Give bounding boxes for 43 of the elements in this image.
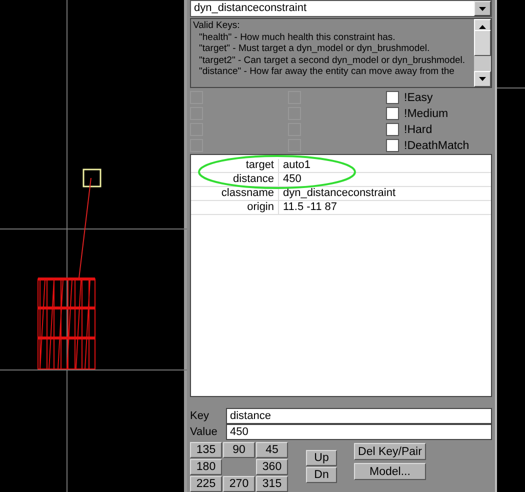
value-label: Value	[190, 426, 218, 438]
key-description: "target2" - Can target a second dyn_model or dyn_brushmodel.	[198, 54, 466, 66]
angle-button[interactable]: 90	[223, 442, 255, 458]
valid-keys-heading: Valid Keys:	[193, 20, 241, 32]
angle-button[interactable]: 45	[256, 442, 288, 458]
flag-checkbox[interactable]	[386, 107, 399, 120]
flag-label: !DeathMatch	[404, 140, 470, 152]
key-description: "health" - How much health this constraint has.	[198, 32, 396, 43]
dropdown-arrow-icon[interactable]	[479, 6, 486, 10]
flag-checkbox[interactable]	[386, 91, 399, 104]
property-value[interactable]: 11.5 -11 87	[279, 200, 491, 214]
dropdown-value: dyn_distanceconstraint	[193, 1, 308, 16]
key-description: "target" - Must target a dyn_model or dyn_brushmodel.	[198, 43, 431, 54]
property-key[interactable]: origin	[191, 200, 279, 214]
angle-button[interactable]: 135	[190, 442, 222, 458]
angle-button[interactable]: 360	[256, 459, 288, 476]
action-button[interactable]: Model...	[354, 463, 426, 480]
action-button[interactable]: Del Key/Pair	[354, 443, 426, 460]
angle-button[interactable]: 180	[190, 459, 222, 476]
property-key[interactable]: target	[191, 158, 279, 172]
flag-label: !Medium	[404, 108, 448, 120]
angle-button[interactable]: 225	[190, 476, 222, 492]
property-value[interactable]: auto1	[279, 158, 491, 172]
move-button[interactable]: Up	[306, 450, 337, 466]
property-value[interactable]: dyn_distanceconstraint	[279, 186, 491, 200]
key-input[interactable]: distance	[226, 408, 492, 424]
scrollbar[interactable]	[474, 19, 491, 88]
flag-label: !Hard	[404, 124, 432, 136]
property-value[interactable]: 450	[279, 172, 491, 186]
class-dropdown[interactable]: dyn_distanceconstraint	[190, 0, 492, 17]
key-description: "distance" - How far away the entity can move away from the	[198, 66, 456, 78]
flag-checkbox[interactable]	[386, 123, 399, 136]
key-label: Key	[190, 410, 210, 422]
value-input[interactable]: 450	[226, 424, 492, 440]
move-button[interactable]: Dn	[306, 467, 337, 484]
angle-button[interactable]: 270	[223, 476, 255, 492]
flag-label: !Easy	[404, 92, 433, 104]
angle-button[interactable]: 315	[256, 476, 288, 492]
property-key[interactable]: distance	[191, 172, 279, 186]
entity-box-icon	[82, 168, 102, 188]
flag-checkbox[interactable]	[386, 139, 399, 152]
scroll-down-icon[interactable]	[479, 77, 486, 82]
property-key[interactable]: classname	[191, 186, 279, 200]
